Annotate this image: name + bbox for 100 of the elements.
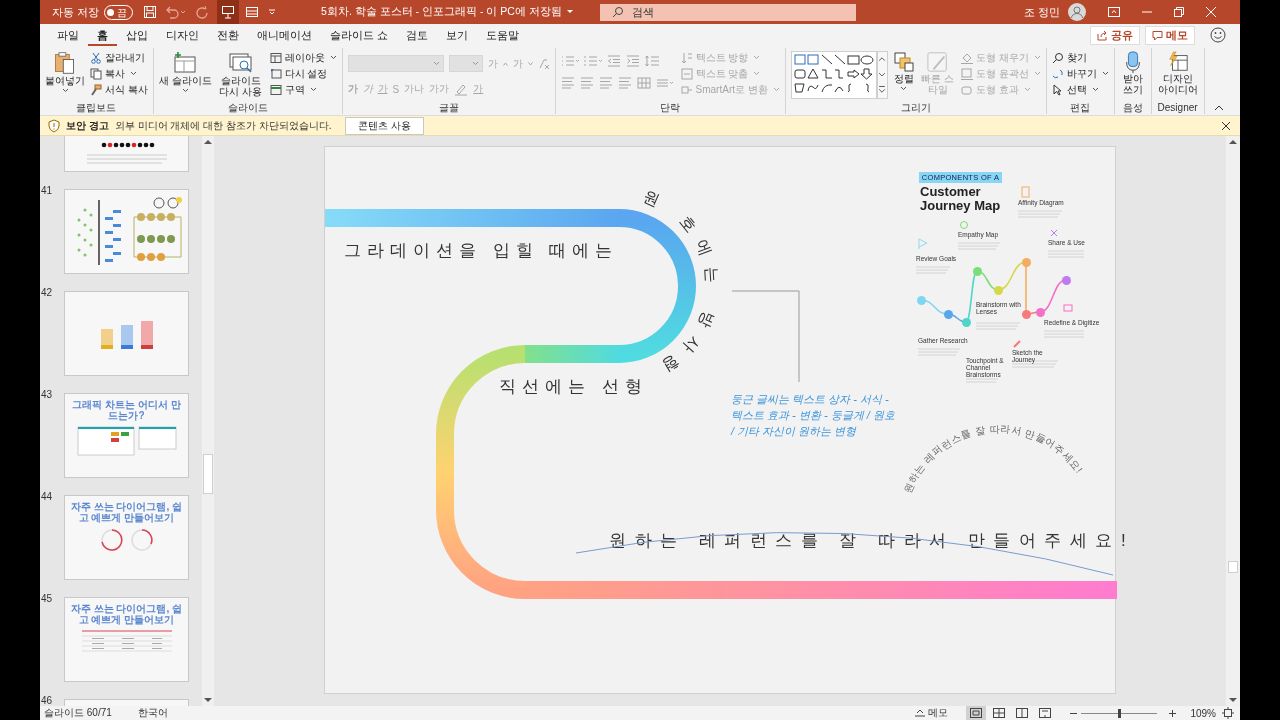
replace-button[interactable]: 바꾸기	[1051, 67, 1109, 80]
avatar-icon[interactable]	[1068, 3, 1086, 21]
select-button[interactable]: 선택	[1051, 83, 1109, 96]
new-slide-button[interactable]: 새 슬라이드	[158, 51, 212, 102]
user-name: 조 정민	[1023, 4, 1060, 20]
up-arrow-icon[interactable]	[204, 139, 212, 145]
ribbon-tab[interactable]: 검토	[397, 24, 438, 46]
clipboard-icon	[53, 51, 77, 75]
slide-thumbnail[interactable]	[64, 189, 189, 274]
slide-thumbnail[interactable]: 그래픽 차트는 어디서 만드는가?	[64, 393, 189, 478]
increase-indent-icon[interactable]	[625, 55, 640, 67]
highlighter-icon[interactable]	[454, 82, 469, 96]
dictate-button[interactable]: 받아쓰기	[1119, 51, 1146, 102]
down-arrow-icon[interactable]	[204, 697, 212, 703]
zoom-level[interactable]: 109%	[1190, 707, 1216, 719]
save-icon[interactable]	[143, 5, 158, 19]
slide-title: 자주 쓰는 다이어그램, 쉽고 예쁘게 만들어보기	[70, 501, 183, 523]
comments-button[interactable]: 메모	[1145, 25, 1195, 45]
paste-button[interactable]: 붙여넣기	[45, 51, 85, 102]
design-ideas-button[interactable]: 디자인 아이디어	[1156, 51, 1199, 102]
ribbon-tab[interactable]: 애니메이션	[248, 24, 321, 46]
redo-icon[interactable]	[195, 5, 210, 19]
ribbon-tab[interactable]: 보기	[437, 24, 478, 46]
ribbon-tab[interactable]: 홈	[88, 24, 117, 46]
reset-slide-icon	[269, 67, 282, 80]
arrange-button[interactable]: 정렬	[892, 51, 915, 102]
notes-button[interactable]: 메모	[914, 706, 949, 720]
customize-caret-icon[interactable]	[267, 7, 278, 17]
scrollbar[interactable]	[1226, 136, 1240, 706]
down-arrow-icon[interactable]	[1229, 697, 1237, 703]
scrollbar[interactable]	[202, 136, 214, 706]
close-icon[interactable]	[1222, 121, 1230, 130]
clear-formatting-icon[interactable]	[537, 57, 550, 70]
fit-to-window-icon[interactable]	[1222, 707, 1234, 719]
speech-bubble-icon	[1152, 29, 1163, 41]
scroll-thumb[interactable]	[1228, 561, 1238, 573]
share-button[interactable]: 공유	[1090, 25, 1140, 45]
search-field[interactable]: 검색	[599, 3, 856, 21]
slide-title: 그래픽 차트는 어디서 만드는가?	[71, 399, 182, 421]
ribbon-tab[interactable]: 파일	[48, 24, 88, 46]
caret-icon	[432, 61, 440, 66]
reset-button[interactable]: 다시 설정	[269, 67, 337, 80]
scroll-thumb[interactable]	[203, 454, 213, 494]
ribbon-tab[interactable]: 디자인	[157, 24, 208, 46]
gallery-scroll-control[interactable]	[876, 51, 888, 99]
collapse-ribbon-icon[interactable]	[1214, 105, 1224, 111]
microphone-icon	[1124, 51, 1141, 73]
caret-icon	[753, 71, 761, 76]
layout-button[interactable]: 레이아웃	[269, 51, 337, 64]
view-icon	[1016, 708, 1029, 718]
paint-bucket-icon	[960, 51, 973, 64]
text-direction-icon	[680, 51, 693, 64]
enable-content-button[interactable]: 콘텐츠 사용	[345, 116, 425, 135]
copy-button[interactable]: 복사	[90, 67, 148, 80]
arrange-icon	[892, 51, 915, 73]
caret-icon	[1023, 87, 1031, 92]
slide-thumbnail[interactable]	[64, 291, 189, 376]
bar-chart-drawing	[98, 319, 155, 349]
cut-button[interactable]: 잘라내기	[90, 51, 148, 64]
up-arrow-icon[interactable]	[1229, 139, 1237, 145]
caret-icon[interactable]	[565, 8, 574, 16]
undo-icon[interactable]	[165, 5, 188, 19]
caret-icon	[130, 71, 137, 76]
ribbon-tab[interactable]: 삽입	[117, 24, 157, 46]
language-indicator[interactable]: 한국어	[137, 706, 168, 720]
zoom-in-icon[interactable]	[1169, 709, 1177, 717]
find-button[interactable]: 찾기	[1051, 51, 1109, 64]
presentation-icon[interactable]	[245, 5, 260, 19]
ribbon-tab[interactable]: 슬라이드 쇼	[321, 24, 398, 46]
format-painter-button[interactable]: 서식 복사	[90, 83, 148, 96]
view-button[interactable]	[966, 706, 987, 720]
section-icon	[269, 83, 282, 96]
slide-thumbnail[interactable]: 자주 쓰는 다이어그램, 쉽고 예쁘게 만들어보기	[64, 495, 189, 580]
ribbon-tab[interactable]: 전환	[208, 24, 248, 46]
restore-icon[interactable]	[1174, 7, 1184, 17]
document-title[interactable]: 5회차. 학술 포스터 - 인포그래픽 - 이 PC에 저장됨	[321, 5, 562, 19]
reuse-slides-button[interactable]: 슬라이드 다시 사용	[216, 51, 265, 102]
align-icon[interactable]	[560, 77, 575, 89]
slide-caption: 원하는 레퍼런스를 잘 따라서 만들어주세요!	[609, 530, 1135, 552]
caret-icon	[309, 87, 317, 92]
align-icon[interactable]	[579, 77, 594, 89]
ribbon-tab[interactable]: 도움말	[477, 24, 529, 46]
decrease-indent-icon[interactable]	[606, 55, 621, 67]
slide-number: 45	[41, 593, 53, 604]
caret-icon	[1101, 71, 1109, 76]
align-icon[interactable]	[598, 77, 613, 89]
align-icon[interactable]	[617, 77, 632, 89]
slide-thumbnail[interactable]: 자주 쓰는 다이어그램, 쉽고 예쁘게 만들어보기	[64, 597, 189, 682]
ribbon-display-icon[interactable]	[1108, 7, 1120, 17]
slideshow-button[interactable]	[217, 0, 240, 24]
view-icon	[1039, 708, 1052, 718]
group-label: 그리기	[899, 102, 932, 114]
group-label: 클립보드	[75, 102, 118, 114]
caret-icon	[900, 86, 908, 91]
section-button[interactable]: 구역	[269, 83, 337, 96]
share-icon	[1097, 29, 1108, 41]
caret-icon	[753, 55, 761, 60]
slide-counter: 슬라이드 60/71	[44, 706, 112, 720]
screen-icon	[221, 5, 236, 19]
smiley-icon[interactable]	[1210, 27, 1226, 43]
